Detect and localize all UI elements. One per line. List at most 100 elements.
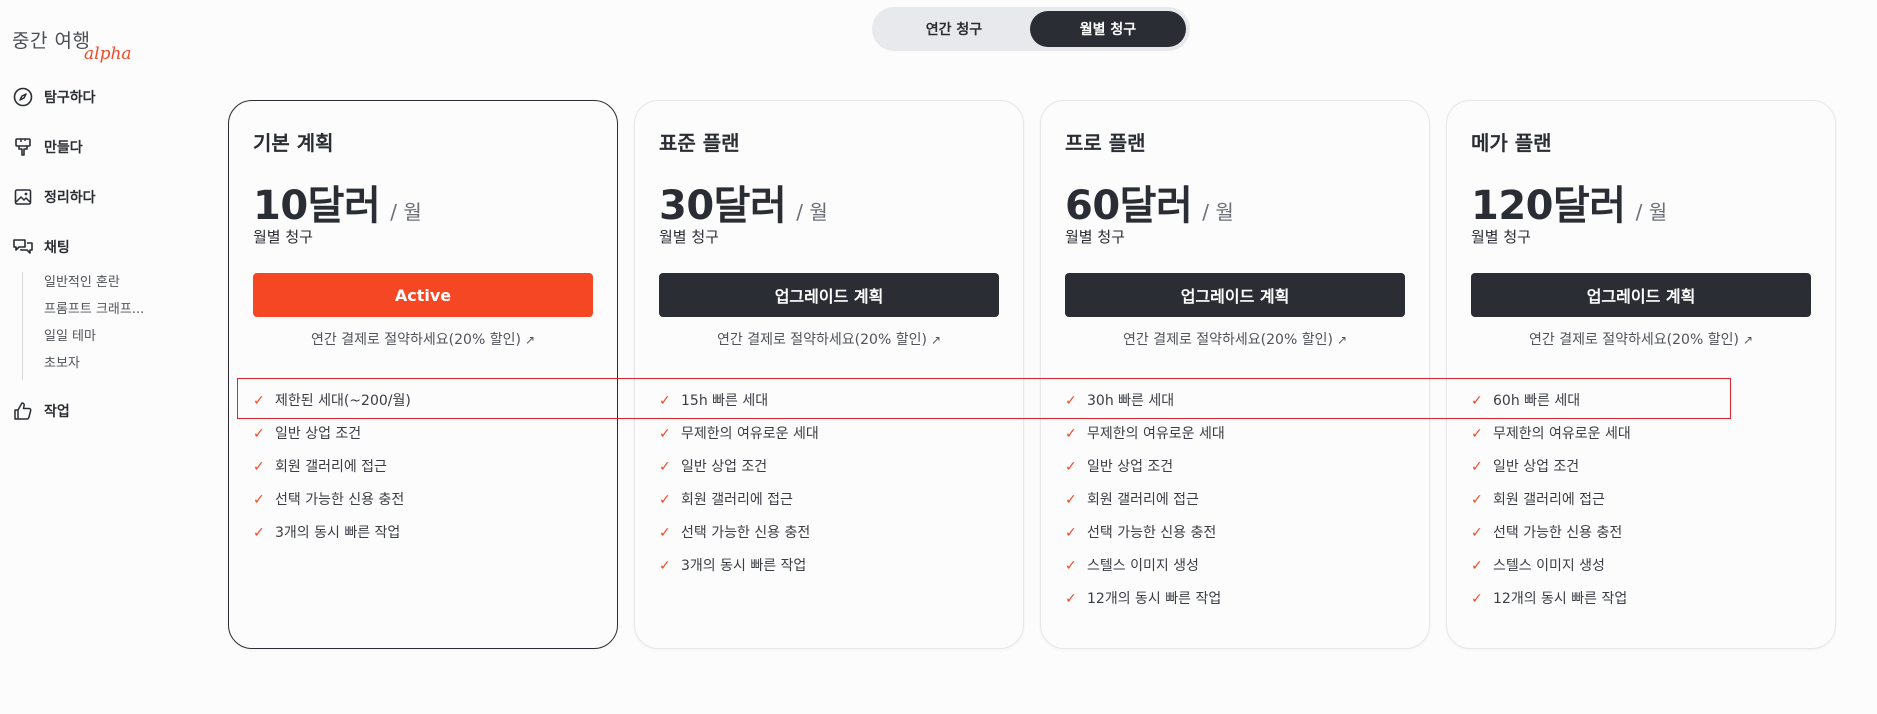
- check-icon: ✓: [1471, 591, 1483, 607]
- image-icon: [12, 186, 34, 208]
- chat-bubbles-icon: [12, 236, 34, 258]
- plan-price: 120달러: [1471, 183, 1626, 229]
- feature-text: 회원 갤러리에 접근: [275, 459, 387, 475]
- plan-name: 표준 플랜: [659, 131, 740, 155]
- check-icon: ✓: [1471, 525, 1483, 541]
- feature-item: ✓ 12개의 동시 빠른 작업: [1065, 589, 1225, 622]
- alpha-badge: alpha: [84, 44, 132, 64]
- monthly-billing-option[interactable]: 월별 청구: [1030, 11, 1186, 47]
- price-row: 120달러 / 월: [1471, 173, 1667, 231]
- sidebar-item-organize[interactable]: 정리하다: [12, 186, 96, 208]
- feature-text: 12개의 동시 빠른 작업: [1493, 591, 1628, 607]
- check-icon: ✓: [659, 558, 671, 574]
- annual-savings-link[interactable]: 연간 결제로 절약하세요(20% 할인) ↗: [1471, 329, 1811, 349]
- check-icon: ✓: [253, 525, 265, 541]
- feature-text: 회원 갤러리에 접근: [1087, 492, 1199, 508]
- feature-item: ✓ 무제한의 여유로운 세대: [1471, 424, 1631, 457]
- sidebar-item-label: 채팅: [44, 240, 70, 256]
- check-icon: ✓: [1065, 492, 1077, 508]
- billing-note: 월별 청구: [659, 228, 719, 246]
- chat-room-item[interactable]: 초보자: [44, 353, 144, 380]
- sidebar-item-label: 만들다: [44, 140, 83, 156]
- feature-item: ✓ 선택 가능한 신용 충전: [1471, 523, 1631, 556]
- annual-savings-link[interactable]: 연간 결제로 절약하세요(20% 할인) ↗: [659, 329, 999, 349]
- chat-room-item[interactable]: 일반적인 혼란: [44, 272, 144, 299]
- annual-savings-link[interactable]: 연간 결제로 절약하세요(20% 할인) ↗: [1065, 329, 1405, 349]
- check-icon: ✓: [1065, 558, 1077, 574]
- annual-savings-text: 연간 결제로 절약하세요(20% 할인): [1122, 332, 1333, 348]
- plan-price: 60달러: [1065, 183, 1193, 229]
- chat-room-item[interactable]: 일일 테마: [44, 326, 144, 353]
- price-period: / 월: [1202, 200, 1234, 224]
- billing-note: 월별 청구: [1471, 228, 1531, 246]
- annual-savings-text: 연간 결제로 절약하세요(20% 할인): [716, 332, 927, 348]
- external-arrow-icon: ↗: [1742, 333, 1753, 347]
- feature-text: 선택 가능한 신용 충전: [275, 492, 405, 508]
- yearly-billing-option[interactable]: 연간 청구: [876, 11, 1032, 47]
- sidebar-item-explore[interactable]: 탐구하다: [12, 86, 96, 108]
- check-icon: ✓: [1471, 426, 1483, 442]
- billing-note: 월별 청구: [1065, 228, 1125, 246]
- external-arrow-icon: ↗: [524, 333, 535, 347]
- billing-note: 월별 청구: [253, 228, 313, 246]
- feature-text: 회원 갤러리에 접근: [1493, 492, 1605, 508]
- upgrade-plan-button[interactable]: 업그레이드 계획: [1471, 273, 1811, 317]
- feature-item: ✓ 회원 갤러리에 접근: [1065, 490, 1225, 523]
- feature-text: 무제한의 여유로운 세대: [681, 426, 819, 442]
- feature-item: ✓ 스텔스 이미지 생성: [1065, 556, 1225, 589]
- check-icon: ✓: [659, 492, 671, 508]
- plan-card-standard: 표준 플랜 30달러 / 월 월별 청구 업그레이드 계획 연간 결제로 절약하…: [634, 100, 1024, 649]
- check-icon: ✓: [1471, 459, 1483, 475]
- upgrade-plan-button[interactable]: 업그레이드 계획: [659, 273, 999, 317]
- price-period: / 월: [390, 200, 422, 224]
- feature-item: ✓ 선택 가능한 신용 충전: [1065, 523, 1225, 556]
- feature-item: ✓ 일반 상업 조건: [1065, 457, 1225, 490]
- feature-list: ✓ 30h 빠른 세대 ✓ 무제한의 여유로운 세대 ✓ 일반 상업 조건 ✓ 회원 갤…: [1065, 391, 1225, 622]
- external-arrow-icon: ↗: [1336, 333, 1347, 347]
- annual-savings-text: 연간 결제로 절약하세요(20% 할인): [310, 332, 521, 348]
- sidebar-item-create[interactable]: 만들다: [12, 136, 83, 158]
- feature-text: 일반 상업 조건: [681, 459, 768, 475]
- plan-card-mega: 메가 플랜 120달러 / 월 월별 청구 업그레이드 계획 연간 결제로 절약…: [1446, 100, 1836, 649]
- sidebar-item-tasks[interactable]: 작업: [12, 400, 70, 422]
- plan-price: 10달러: [253, 183, 381, 229]
- feature-item: ✓ 일반 상업 조건: [659, 457, 819, 490]
- feature-item: ✓ 선택 가능한 신용 충전: [659, 523, 819, 556]
- feature-text: 일반 상업 조건: [1493, 459, 1580, 475]
- check-icon: ✓: [1471, 558, 1483, 574]
- feature-text: 스텔스 이미지 생성: [1493, 558, 1605, 574]
- check-icon: ✓: [659, 459, 671, 475]
- chat-room-item[interactable]: 프롬프트 크래프...: [44, 299, 144, 326]
- price-row: 10달러 / 월: [253, 173, 422, 231]
- plan-price: 30달러: [659, 183, 787, 229]
- feature-text: 12개의 동시 빠른 작업: [1087, 591, 1222, 607]
- billing-period-toggle: 연간 청구 월별 청구: [872, 7, 1190, 51]
- feature-item: ✓ 3개의 동시 빠른 작업: [253, 523, 411, 556]
- upgrade-plan-button[interactable]: 업그레이드 계획: [1065, 273, 1405, 317]
- feature-text: 일반 상업 조건: [275, 426, 362, 442]
- feature-text: 스텔스 이미지 생성: [1087, 558, 1199, 574]
- feature-item: ✓ 선택 가능한 신용 충전: [253, 490, 411, 523]
- feature-text: 선택 가능한 신용 충전: [1087, 525, 1217, 541]
- check-icon: ✓: [1065, 459, 1077, 475]
- plan-name: 기본 계획: [253, 131, 334, 155]
- feature-item: ✓ 일반 상업 조건: [253, 424, 411, 457]
- sidebar-item-chat[interactable]: 채팅: [12, 236, 70, 258]
- feature-item: ✓ 무제한의 여유로운 세대: [1065, 424, 1225, 457]
- check-icon: ✓: [253, 492, 265, 508]
- check-icon: ✓: [1065, 591, 1077, 607]
- check-icon: ✓: [1471, 492, 1483, 508]
- feature-item: ✓ 회원 갤러리에 접근: [659, 490, 819, 523]
- check-icon: ✓: [659, 426, 671, 442]
- feature-text: 일반 상업 조건: [1087, 459, 1174, 475]
- highlight-box: [237, 378, 1731, 419]
- check-icon: ✓: [253, 459, 265, 475]
- active-plan-button[interactable]: Active: [253, 273, 593, 317]
- annual-savings-link[interactable]: 연간 결제로 절약하세요(20% 할인) ↗: [253, 329, 593, 349]
- feature-text: 회원 갤러리에 접근: [681, 492, 793, 508]
- feature-item: ✓ 12개의 동시 빠른 작업: [1471, 589, 1631, 622]
- price-row: 60달러 / 월: [1065, 173, 1234, 231]
- sidebar: 중간 여행 alpha 탐구하다 만들다 정리하다 채팅 일반적인 혼란 프롬프…: [0, 0, 200, 714]
- app-logo[interactable]: 중간 여행 alpha: [12, 26, 132, 64]
- feature-text: 3개의 동시 빠른 작업: [275, 525, 401, 541]
